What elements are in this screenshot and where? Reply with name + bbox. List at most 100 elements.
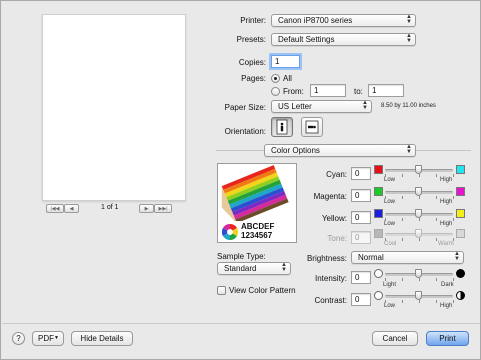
section-popup[interactable]: Color Options ▲ ▼ bbox=[264, 144, 416, 157]
color-wheel-icon bbox=[222, 224, 238, 240]
intensity-light-icon bbox=[374, 269, 383, 278]
copies-field[interactable]: 1 bbox=[271, 55, 300, 68]
cyan-slider-knob[interactable] bbox=[415, 165, 422, 174]
yellow-field[interactable]: 0 bbox=[351, 211, 371, 224]
tone-label: Tone: bbox=[327, 234, 347, 243]
print-button[interactable]: Print bbox=[426, 331, 469, 346]
pages-to-field[interactable]: 1 bbox=[368, 84, 404, 97]
intensity-dark-icon bbox=[456, 269, 465, 278]
contrast-low-icon bbox=[374, 291, 383, 300]
pages-to-label: to: bbox=[354, 87, 363, 96]
intensity-label: Intensity: bbox=[314, 274, 347, 283]
print-dialog: |◀◀ ◀ 1 of 1 ▶ ▶▶| Printer: Canon iP8700… bbox=[0, 0, 481, 360]
pages-from-label: From: bbox=[283, 87, 304, 96]
sample-image: ABCDEF 1234567 bbox=[217, 163, 297, 243]
intensity-field[interactable]: 0 bbox=[351, 271, 371, 284]
landscape-icon bbox=[305, 120, 319, 134]
presets-popup[interactable]: Default Settings ▲ ▼ bbox=[271, 33, 416, 46]
intensity-low-label: Light bbox=[383, 282, 397, 288]
cyan-low-swatch bbox=[374, 165, 383, 174]
slider-tick bbox=[436, 196, 437, 199]
tone-low-label: Cool bbox=[384, 241, 397, 247]
slider-tick bbox=[402, 218, 403, 221]
updown-arrows-icon: ▲ ▼ bbox=[406, 14, 412, 25]
intensity-slider-knob[interactable] bbox=[415, 269, 422, 278]
presets-value: Default Settings bbox=[278, 35, 335, 44]
help-button[interactable]: ? bbox=[12, 332, 25, 345]
next-page-button[interactable]: ▶ bbox=[139, 204, 154, 213]
paper-size-value: US Letter bbox=[278, 102, 312, 111]
tone-field: 0 bbox=[351, 231, 371, 244]
hide-details-button[interactable]: Hide Details bbox=[71, 331, 133, 346]
pages-from-radio[interactable] bbox=[271, 87, 280, 96]
updown-arrows-icon: ▲ ▼ bbox=[406, 33, 412, 44]
tone-high-swatch bbox=[456, 229, 465, 238]
contrast-high-label: High bbox=[440, 303, 453, 309]
page-preview bbox=[42, 14, 186, 201]
cyan-label: Cyan: bbox=[326, 170, 347, 179]
footer-divider bbox=[2, 323, 480, 324]
intensity-high-label: Dark bbox=[441, 282, 454, 288]
contrast-high-icon bbox=[456, 291, 465, 300]
brightness-value: Normal bbox=[358, 253, 384, 262]
pdf-button[interactable]: PDF ▼ bbox=[32, 331, 64, 346]
previous-page-button[interactable]: ◀ bbox=[64, 204, 79, 213]
first-page-button[interactable]: |◀◀ bbox=[46, 204, 64, 213]
slider-tick bbox=[453, 196, 454, 199]
yellow-label: Yellow: bbox=[321, 214, 347, 223]
colored-pencils-icon bbox=[221, 165, 289, 221]
contrast-slider-knob[interactable] bbox=[415, 291, 422, 300]
slider-tick bbox=[385, 300, 386, 303]
updown-arrows-icon: ▲ ▼ bbox=[281, 262, 287, 273]
sample-type-label: Sample Type: bbox=[217, 252, 266, 261]
sample-type-value: Standard bbox=[224, 264, 257, 273]
slider-tick bbox=[436, 278, 437, 281]
yellow-high-swatch bbox=[456, 209, 465, 218]
sample-text-letters: ABCDEF bbox=[241, 222, 275, 231]
slider-tick bbox=[419, 174, 420, 177]
tone-high-label: Warm bbox=[438, 241, 454, 247]
slider-tick bbox=[385, 174, 386, 177]
yellow-low-swatch bbox=[374, 209, 383, 218]
slider-tick bbox=[419, 196, 420, 199]
pdf-label: PDF bbox=[38, 334, 54, 343]
tone-low-swatch bbox=[374, 229, 383, 238]
page-counter: 1 of 1 bbox=[101, 204, 119, 211]
copies-label: Copies: bbox=[238, 58, 266, 67]
pages-all-radio[interactable] bbox=[271, 74, 280, 83]
cyan-high-label: High bbox=[440, 177, 453, 183]
updown-arrows-icon: ▲ ▼ bbox=[362, 100, 368, 111]
brightness-label: Brightness: bbox=[306, 254, 347, 263]
slider-tick bbox=[436, 300, 437, 303]
contrast-label: Contrast: bbox=[314, 296, 347, 305]
section-value: Color Options bbox=[271, 146, 320, 155]
view-color-pattern-checkbox[interactable] bbox=[217, 286, 226, 295]
pages-from-field[interactable]: 1 bbox=[310, 84, 346, 97]
slider-tick bbox=[385, 196, 386, 199]
sample-type-popup[interactable]: Standard ▲ ▼ bbox=[217, 262, 291, 275]
magenta-field[interactable]: 0 bbox=[351, 189, 371, 202]
magenta-high-swatch bbox=[456, 187, 465, 196]
cancel-button[interactable]: Cancel bbox=[372, 331, 418, 346]
triangle-down-icon: ▼ bbox=[54, 335, 59, 341]
slider-tick bbox=[453, 300, 454, 303]
brightness-popup[interactable]: Normal ▲ ▼ bbox=[351, 251, 464, 264]
slider-tick bbox=[402, 278, 403, 281]
cyan-field[interactable]: 0 bbox=[351, 167, 371, 180]
slider-tick bbox=[402, 238, 403, 241]
paper-size-popup[interactable]: US Letter ▲ ▼ bbox=[271, 100, 372, 113]
portrait-button[interactable] bbox=[271, 117, 293, 137]
paper-size-label: Paper Size: bbox=[224, 103, 266, 112]
yellow-low-label: Low bbox=[384, 221, 396, 227]
magenta-slider-knob[interactable] bbox=[415, 187, 422, 196]
printer-popup[interactable]: Canon iP8700 series ▲ ▼ bbox=[271, 14, 416, 27]
landscape-button[interactable] bbox=[301, 117, 323, 137]
magenta-label: Magenta: bbox=[313, 192, 347, 201]
last-page-button[interactable]: ▶▶| bbox=[154, 204, 172, 213]
slider-tick bbox=[385, 278, 386, 281]
yellow-slider-knob[interactable] bbox=[415, 209, 422, 218]
slider-tick bbox=[436, 218, 437, 221]
slider-tick bbox=[453, 278, 454, 281]
contrast-field[interactable]: 0 bbox=[351, 293, 371, 306]
magenta-high-label: High bbox=[440, 199, 453, 205]
